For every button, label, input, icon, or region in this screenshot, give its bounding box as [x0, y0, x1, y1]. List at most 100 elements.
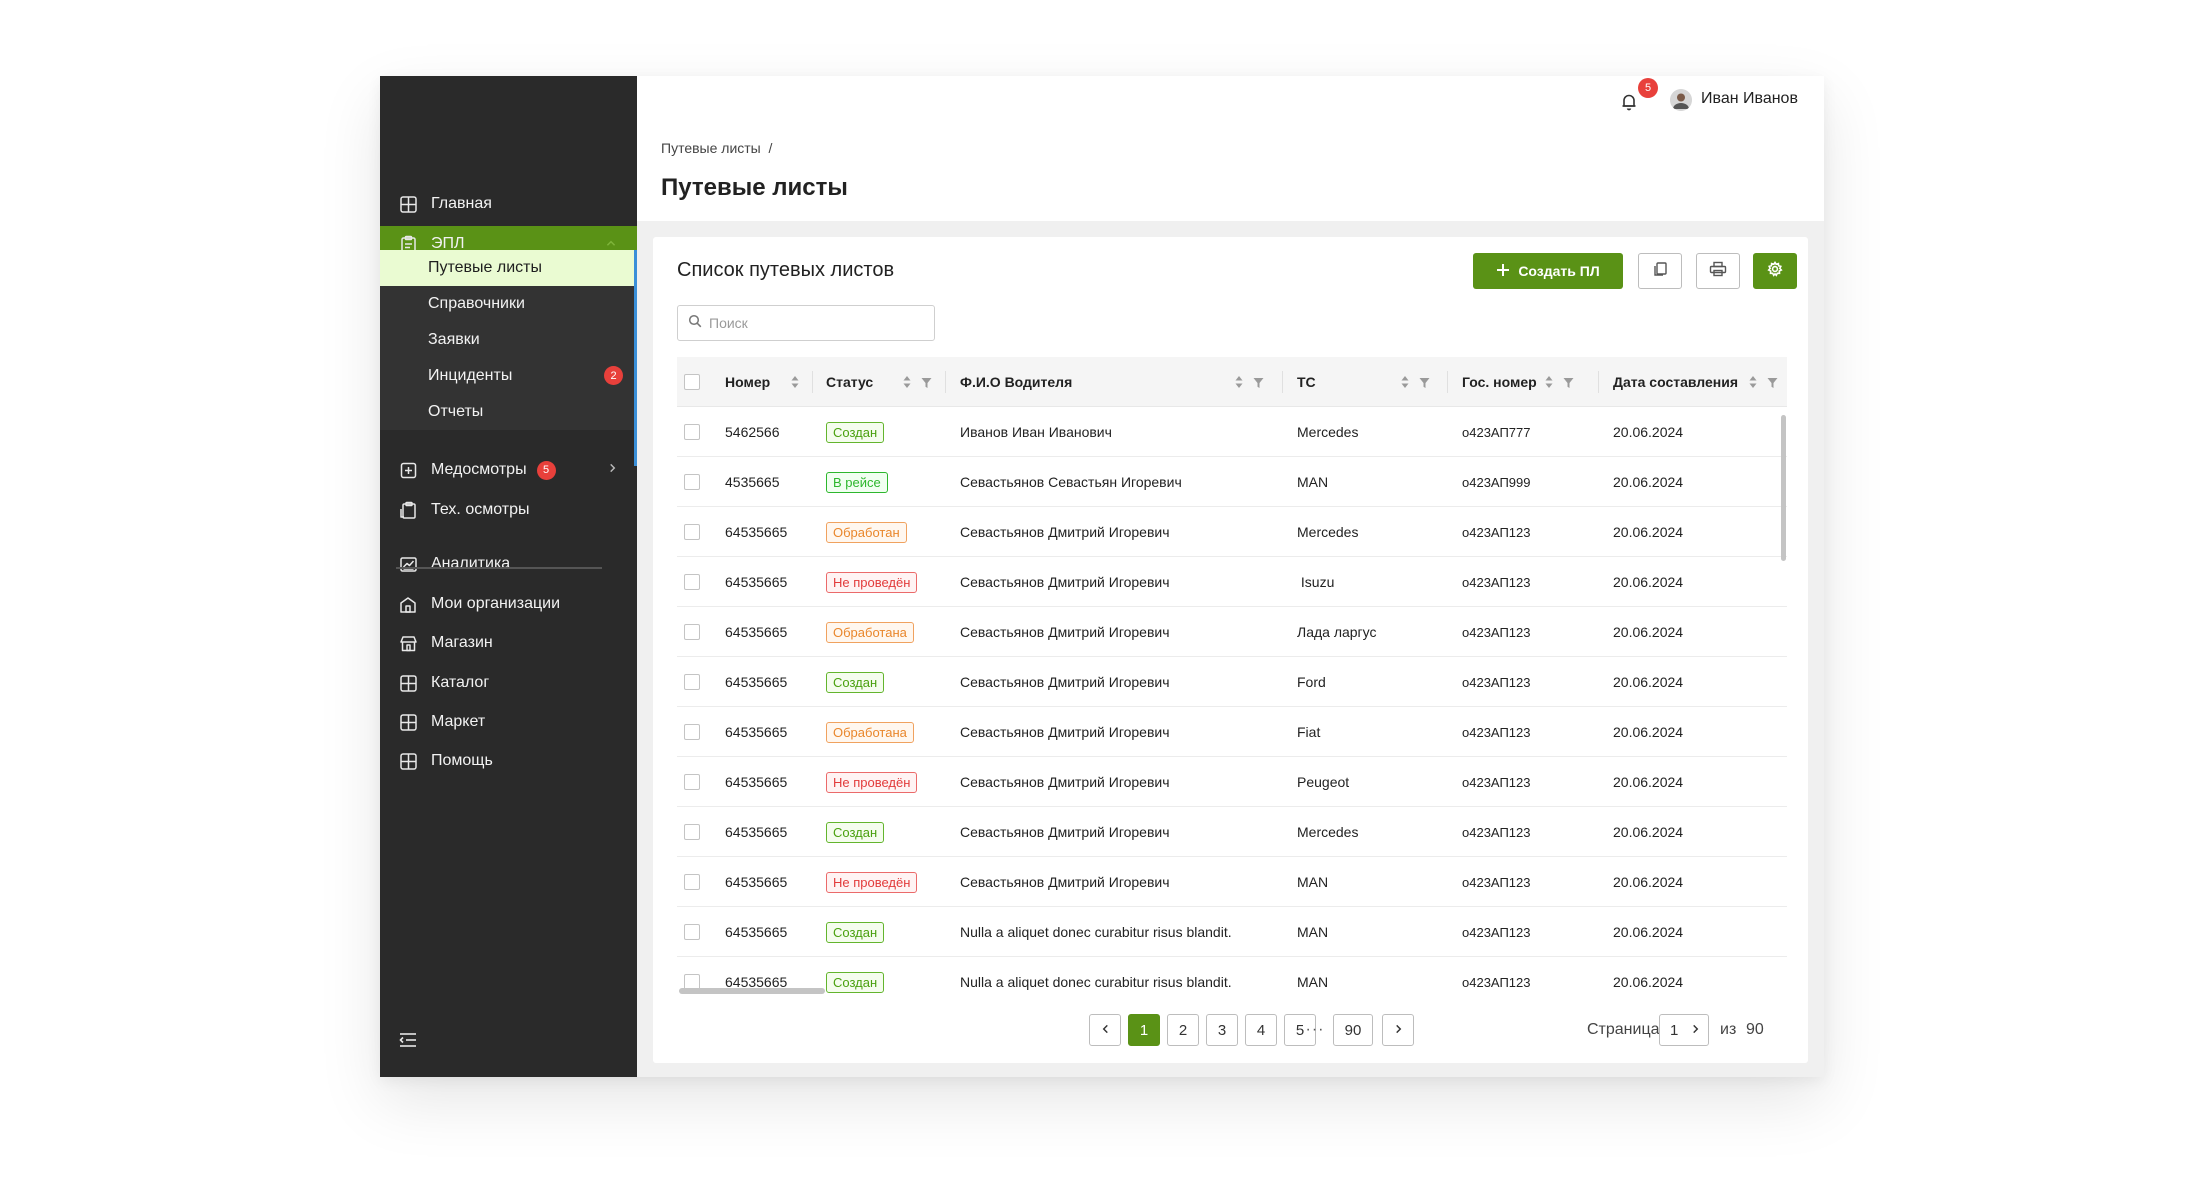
incidents-badge: 2	[604, 366, 623, 385]
table-row[interactable]: 5462566 Создан Иванов Иван Иванович Mercede…	[677, 407, 1787, 457]
chevron-left-icon	[1101, 1022, 1110, 1039]
row-checkbox[interactable]	[684, 474, 700, 490]
cell-number: 64535665	[725, 874, 788, 890]
gear-icon	[1767, 260, 1783, 282]
search-icon	[688, 314, 702, 333]
filter-icon[interactable]	[1253, 376, 1264, 388]
of-label: из	[1720, 1021, 1737, 1038]
column-header-plate[interactable]: Гос. номер	[1462, 357, 1537, 407]
column-header-number[interactable]: Номер	[725, 357, 770, 407]
create-waybill-button[interactable]: Создать ПЛ	[1473, 253, 1623, 289]
table-row[interactable]: 64535665 Создан Севастьянов Дмитрий Игорев…	[677, 807, 1787, 857]
cell-vehicle: MAN	[1297, 924, 1329, 940]
cell-status: Не проведён	[826, 557, 918, 607]
page-button-2[interactable]: 2	[1167, 1014, 1199, 1046]
sidebar-subitem-reports[interactable]: Отчеты	[380, 394, 637, 430]
user-name[interactable]: Иван Иванов	[1701, 90, 1798, 108]
pagination-ellipsis: ···	[1305, 1021, 1325, 1038]
status-badge: Создан	[826, 671, 885, 693]
sidebar-subitem-references[interactable]: Справочники	[380, 286, 637, 322]
table-row[interactable]: 4535665 В рейсе Севастьянов Севастьян Игор…	[677, 457, 1787, 507]
cell-number: 64535665	[725, 824, 788, 840]
row-checkbox[interactable]	[684, 774, 700, 790]
table-row[interactable]: 64535665 Создан Nulla a aliquet donec cura…	[677, 907, 1787, 957]
column-header-driver[interactable]: Ф.И.О Водителя	[960, 357, 1072, 407]
row-checkbox[interactable]	[684, 824, 700, 840]
sidebar-item-shop[interactable]: Магазин	[380, 625, 637, 661]
settings-button[interactable]	[1753, 253, 1797, 289]
next-page-button[interactable]	[1382, 1014, 1414, 1046]
row-checkbox[interactable]	[684, 574, 700, 590]
sort-icon[interactable]	[902, 374, 912, 390]
page-button-4[interactable]: 4	[1245, 1014, 1277, 1046]
page-button-1[interactable]: 1	[1128, 1014, 1160, 1046]
sidebar-item-market[interactable]: Маркет	[380, 704, 637, 740]
page-select[interactable]: 1	[1659, 1014, 1709, 1046]
analytics-icon	[399, 555, 418, 574]
column-header-status[interactable]: Статус	[826, 357, 873, 407]
row-checkbox[interactable]	[684, 924, 700, 940]
select-all-checkbox[interactable]	[684, 374, 700, 390]
grid-icon	[399, 195, 418, 214]
filter-icon[interactable]	[1563, 376, 1574, 388]
table-row[interactable]: 64535665 Обработана Севастьянов Дмитрий Иг…	[677, 607, 1787, 657]
horizontal-scrollbar[interactable]	[679, 988, 825, 994]
cell-plate: о423АП123	[1462, 974, 1531, 990]
sidebar-item-analytics[interactable]: Аналитика	[380, 546, 637, 582]
sidebar-subitem-incidents[interactable]: Инциденты 2	[380, 358, 637, 394]
row-checkbox[interactable]	[684, 874, 700, 890]
table-row[interactable]: 64535665 Не проведён Севастьянов Дмитрий И…	[677, 857, 1787, 907]
row-checkbox[interactable]	[684, 724, 700, 740]
row-checkbox[interactable]	[684, 524, 700, 540]
search-field[interactable]	[677, 305, 935, 341]
table-row[interactable]: 64535665 Не проведён Севастьянов Дмитрий И…	[677, 757, 1787, 807]
table-row[interactable]: 64535665 Обработан Севастьянов Дмитрий Иго…	[677, 507, 1787, 557]
sidebar-subitem-waybills[interactable]: Путевые листы	[380, 250, 637, 286]
sidebar-item-tech-inspections[interactable]: Тех. осмотры	[380, 492, 637, 528]
collapse-sidebar-icon[interactable]	[398, 1030, 418, 1050]
print-button[interactable]	[1696, 253, 1740, 289]
table-row[interactable]: 64535665 Обработана Севастьянов Дмитрий Иг…	[677, 707, 1787, 757]
sidebar-item-help[interactable]: Помощь	[380, 743, 637, 779]
row-checkbox[interactable]	[684, 424, 700, 440]
copy-button[interactable]	[1638, 253, 1682, 289]
row-checkbox[interactable]	[684, 624, 700, 640]
filter-icon[interactable]	[1419, 376, 1430, 388]
submenu-rail	[634, 250, 637, 466]
row-checkbox[interactable]	[684, 674, 700, 690]
sidebar-subitem-requests[interactable]: Заявки	[380, 322, 637, 358]
sidebar: Главная ЭПЛ Медосмотры 5 Тех. осмотры Аналити…	[380, 76, 637, 1077]
filter-icon[interactable]	[921, 376, 932, 388]
table-row[interactable]: 64535665 Не проведён Севастьянов Дмитрий И…	[677, 557, 1787, 607]
sidebar-item-home[interactable]: Главная	[380, 186, 637, 222]
sort-icon[interactable]	[1234, 374, 1244, 390]
sidebar-item-catalog[interactable]: Каталог	[380, 665, 637, 701]
card-title: Список путевых листов	[677, 259, 895, 281]
avatar[interactable]	[1670, 89, 1692, 111]
page-button-3[interactable]: 3	[1206, 1014, 1238, 1046]
filter-icon[interactable]	[1767, 376, 1778, 388]
cell-date: 20.06.2024	[1613, 424, 1684, 440]
vertical-scrollbar[interactable]	[1781, 415, 1786, 561]
sort-icon[interactable]	[1400, 374, 1410, 390]
table-row[interactable]: 64535665 Создан Севастьянов Дмитрий Игорев…	[677, 657, 1787, 707]
sidebar-subitem-label: Инциденты	[428, 367, 513, 384]
column-header-date[interactable]: Дата составления	[1613, 357, 1738, 407]
search-input[interactable]	[709, 315, 929, 331]
breadcrumb[interactable]: Путевые листы /	[661, 140, 772, 156]
column-separator	[1598, 371, 1599, 393]
sidebar-item-my-organizations[interactable]: Мои организации	[380, 586, 637, 622]
cell-plate: о423АП999	[1462, 474, 1531, 490]
shop-icon	[399, 634, 418, 653]
sidebar-item-medical-checks[interactable]: Медосмотры 5	[380, 452, 637, 488]
cell-status: Не проведён	[826, 857, 918, 907]
bell-icon[interactable]	[1617, 90, 1641, 114]
sort-icon[interactable]	[1748, 374, 1758, 390]
table-row[interactable]: 64535665 Создан Nulla a aliquet donec cura…	[677, 957, 1787, 997]
prev-page-button[interactable]	[1089, 1014, 1121, 1046]
column-header-vehicle[interactable]: ТС	[1297, 357, 1316, 407]
column-separator	[945, 371, 946, 393]
sort-icon[interactable]	[1544, 374, 1554, 390]
page-button-last[interactable]: 90	[1333, 1014, 1373, 1046]
sort-icon[interactable]	[790, 374, 800, 390]
